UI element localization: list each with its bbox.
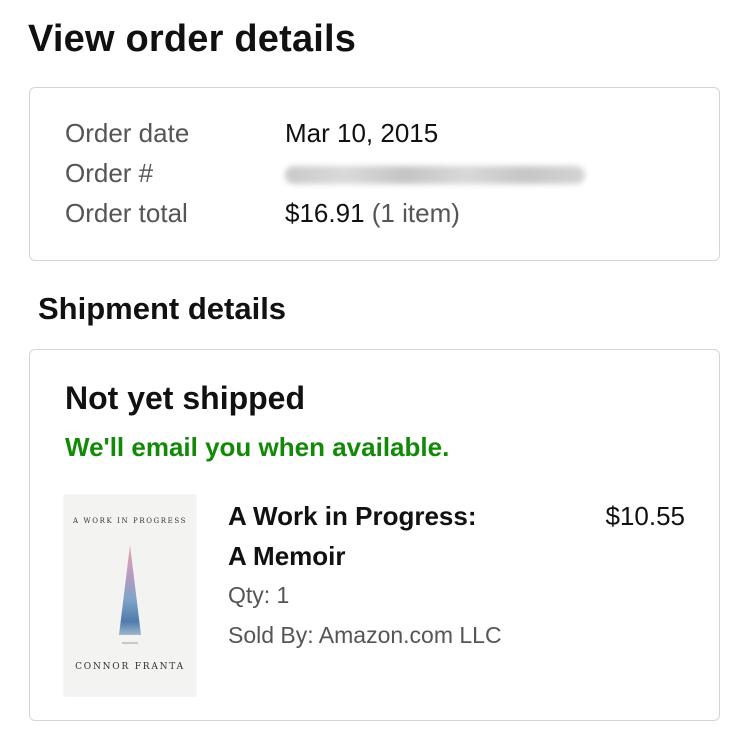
item-quantity: Qty: 1 (228, 582, 290, 608)
item-sold-by: Sold By: Amazon.com LLC (228, 622, 502, 648)
order-total-row: Order total $16.91 (1 item) (65, 197, 460, 229)
order-number-row: Order # (65, 157, 585, 189)
item-title-line1: A Work in Progress: (228, 501, 477, 531)
book-cover-image[interactable]: A WORK IN PROGRESS CONNOR FRANTA (64, 495, 196, 696)
order-summary-card: Order date Mar 10, 2015 Order # Order tot… (29, 87, 720, 261)
shipment-section-title: Shipment details (38, 291, 287, 326)
order-total-item-count: (1 item) (371, 198, 460, 228)
item-price: $10.55 (605, 501, 685, 531)
book-cover-author: CONNOR FRANTA (75, 662, 185, 672)
page-title: View order details (28, 18, 357, 60)
order-date-value: Mar 10, 2015 (285, 118, 439, 148)
order-total-value: $16.91 (285, 198, 365, 228)
order-date-label: Order date (65, 118, 190, 148)
order-number-label: Order # (65, 158, 154, 188)
item-title-line2: A Memoir (228, 541, 346, 571)
item-title-link[interactable]: A Work in Progress: A Memoir (228, 496, 538, 576)
shipment-card: Not yet shipped We'll email you when ava… (29, 349, 720, 721)
order-number-redacted (285, 166, 585, 185)
order-date-row: Order date Mar 10, 2015 (65, 117, 438, 149)
order-total-label: Order total (65, 198, 188, 228)
shipment-status: Not yet shipped (65, 380, 306, 416)
shipment-status-note: We'll email you when available. (65, 432, 450, 462)
